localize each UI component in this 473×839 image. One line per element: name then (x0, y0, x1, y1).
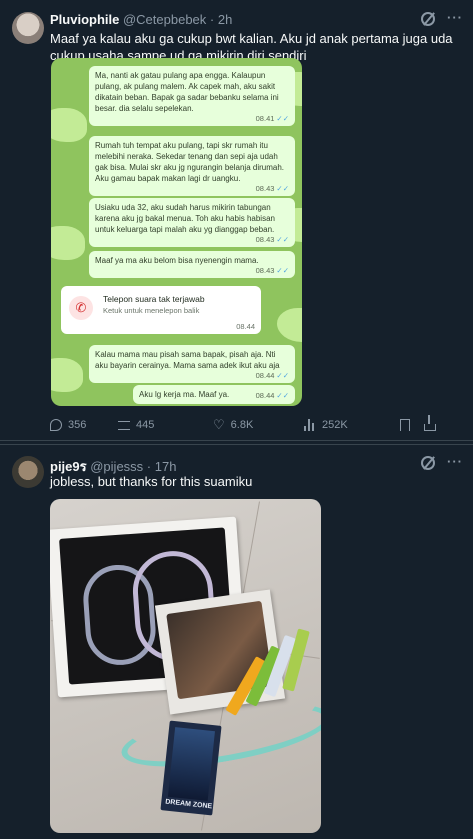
bubble-text: Maaf ya ma aku belom bisa nyenengin mama… (95, 256, 259, 265)
read-ticks-icon: ✓✓ (276, 266, 289, 275)
tweet-time[interactable]: 17h (155, 459, 177, 474)
like-count: 6.8K (230, 419, 254, 431)
chat-bubble: Kalau mama mau pisah sama bapak, pisah a… (89, 345, 295, 383)
lettuce-decoration (51, 108, 87, 142)
read-ticks-icon: ✓✓ (276, 184, 289, 193)
read-ticks-icon: ✓✓ (276, 114, 289, 123)
header-actions: ··· (421, 11, 463, 26)
heart-icon: ♡ (213, 417, 225, 432)
retweet-icon (118, 420, 130, 430)
chat-bubble: Maaf ya ma aku belom bisa nyenengin mama… (89, 251, 295, 278)
more-icon[interactable]: ··· (447, 11, 463, 26)
share-button[interactable] (424, 414, 444, 431)
bubble-text: Ma, nanti ak gatau pulang apa engga. Kal… (95, 71, 279, 113)
bubble-time: 08.43 ✓✓ (255, 266, 289, 275)
view-count: 252K (322, 419, 348, 431)
share-icon (424, 414, 436, 431)
chat-bubble: Ma, nanti ak gatau pulang apa engga. Kal… (89, 66, 295, 126)
bookmark-icon (400, 419, 410, 431)
tweet-image[interactable]: DREAM ZONE (50, 499, 321, 833)
separator-dot: · (209, 12, 215, 27)
id-card-photo (167, 727, 215, 801)
header-actions: ··· (421, 455, 463, 470)
missed-call-icon: ✆ (69, 296, 93, 320)
call-title: Telepon suara tak terjawab (103, 294, 205, 304)
like-button[interactable]: ♡ 6.8K (213, 417, 304, 432)
retweet-button[interactable]: 445 (118, 419, 213, 431)
read-ticks-icon: ✓✓ (276, 371, 289, 380)
tweet-header: Pluviophile @Cetepbebek · 2h (50, 12, 433, 30)
tweet-header: pije9ร @pijesss · 17h (50, 456, 433, 474)
tweet[interactable]: pije9ร @pijesss · 17h ··· jobless, but t… (0, 444, 473, 839)
missed-call-card: ✆ Telepon suara tak terjawab Ketuk untuk… (61, 286, 261, 334)
retweet-count: 445 (136, 419, 155, 431)
reply-icon (50, 419, 62, 431)
bookmark-button[interactable] (400, 419, 424, 431)
reply-button[interactable]: 356 (50, 419, 118, 431)
bubble-time: 08.41 ✓✓ (255, 114, 289, 123)
display-name[interactable]: pije9ร (50, 459, 87, 474)
avatar[interactable] (12, 456, 44, 488)
chat-bubble: Rumah tuh tempat aku pulang, tapi skr ru… (89, 136, 295, 196)
views-button[interactable]: 252K (304, 419, 400, 431)
lettuce-decoration (277, 308, 302, 342)
concert-id-card: DREAM ZONE (160, 720, 222, 816)
tweet-text: jobless, but thanks for this suamiku (50, 474, 253, 489)
bubble-text: Kalau mama mau pisah sama bapak, pisah a… (95, 350, 280, 370)
bubble-text: Rumah tuh tempat aku pulang, tapi skr ru… (95, 141, 284, 183)
bubble-text: Aku lg kerja ma. Maaf ya. (139, 390, 230, 399)
chat-bubble: Aku lg kerja ma. Maaf ya. 08.44 ✓✓ (133, 385, 295, 404)
bubble-time: 08.43 ✓✓ (255, 184, 289, 193)
call-subtitle: Ketuk untuk menelepon balik (103, 306, 200, 315)
read-ticks-icon: ✓✓ (276, 235, 289, 244)
read-ticks-icon: ✓✓ (276, 391, 289, 400)
grok-icon[interactable] (421, 456, 435, 470)
tweet-actions: 356 445 ♡ 6.8K 252K (50, 414, 463, 433)
more-icon[interactable]: ··· (447, 455, 463, 470)
grok-icon[interactable] (421, 12, 435, 26)
display-name[interactable]: Pluviophile (50, 12, 119, 27)
separator-dot: · (146, 459, 152, 474)
tweet-image[interactable]: Ma, nanti ak gatau pulang apa engga. Kal… (51, 58, 302, 406)
user-handle[interactable]: @pijesss (90, 459, 143, 474)
reply-count: 356 (68, 419, 87, 431)
lettuce-decoration (51, 226, 85, 260)
call-time: 08.44 (236, 322, 255, 331)
avatar[interactable] (12, 12, 44, 44)
chat-bubble: Usiaku uda 32, aku sudah harus mikirin t… (89, 198, 295, 247)
bubble-time: 08.44 ✓✓ (255, 391, 289, 400)
bubble-text: Usiaku uda 32, aku sudah harus mikirin t… (95, 203, 275, 234)
tweet-time[interactable]: 2h (218, 12, 232, 27)
analytics-icon (304, 419, 316, 431)
bubble-time: 08.44 ✓✓ (255, 371, 289, 380)
bubble-time: 08.43 ✓✓ (255, 235, 289, 244)
user-handle[interactable]: @Cetepbebek (123, 12, 206, 27)
lettuce-decoration (51, 358, 83, 392)
tweet[interactable]: Pluviophile @Cetepbebek · 2h ··· Maaf ya… (0, 0, 473, 440)
